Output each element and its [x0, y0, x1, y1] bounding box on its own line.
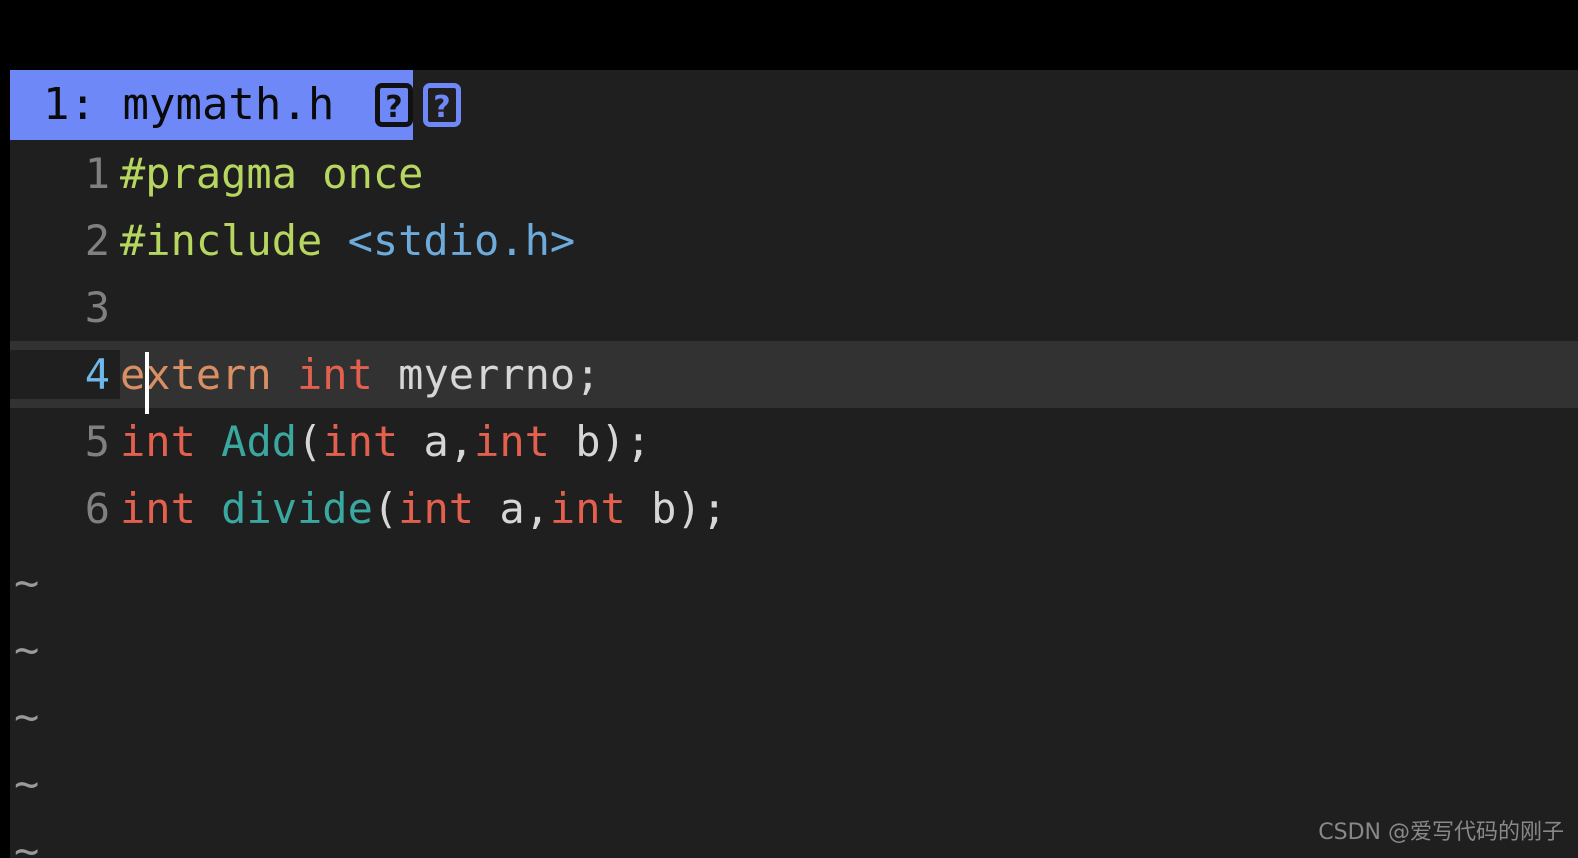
code-token: divide	[221, 484, 373, 533]
empty-line-markers: ~ ~ ~ ~ ~	[10, 549, 90, 858]
code-token: int	[398, 484, 500, 533]
code-line[interactable]: 6 int divide(int a,int b);	[10, 475, 1578, 542]
code-line-text: #include <stdio.h>	[120, 216, 1578, 265]
watermark: CSDN @爱写代码的刚子	[1318, 820, 1564, 845]
tilde-marker: ~	[14, 692, 40, 741]
code-token: int	[297, 350, 399, 399]
code-line[interactable]: 4 extern int myerrno;	[10, 341, 1578, 414]
line-number: 1	[84, 149, 110, 198]
unrenderable-glyph-box-icon-2: ?	[422, 83, 461, 127]
code-token: myerrno;	[398, 350, 601, 399]
code-token: int	[474, 417, 576, 466]
line-number: 5	[84, 417, 110, 466]
code-token: Add	[221, 417, 298, 466]
code-token: int	[120, 417, 222, 466]
code-line-text: int divide(int a,int b);	[120, 484, 1578, 533]
tilde-marker: ~	[14, 558, 40, 607]
code-line-text: int Add(int a,int b);	[120, 417, 1578, 466]
tilde-marker: ~	[14, 625, 40, 674]
text-cursor	[145, 352, 149, 414]
terminal-screen: 1: mymath.h ? ? 1 #pragma once 2 #include <…	[0, 0, 1578, 858]
code-line[interactable]: 5 int Add(int a,int b);	[10, 408, 1578, 475]
code-area[interactable]: 1 #pragma once 2 #include <stdio.h> 3 4 extern…	[10, 140, 1578, 542]
code-token: #include	[120, 216, 348, 265]
code-token: (	[297, 417, 323, 466]
unrenderable-glyph-box-icon: ?	[374, 83, 413, 127]
tab-mymath-h[interactable]: 1: mymath.h ?	[10, 70, 413, 140]
left-black-strip	[0, 0, 10, 858]
code-token: b);	[575, 417, 652, 466]
code-line[interactable]: 1 #pragma once	[10, 140, 1578, 207]
code-token: a,	[423, 417, 475, 466]
line-number: 6	[84, 484, 110, 533]
line-number: 2	[84, 216, 110, 265]
code-token: <stdio.h>	[347, 216, 576, 265]
code-token: int	[120, 484, 222, 533]
code-token: #pragma once	[120, 149, 424, 198]
tilde-marker: ~	[14, 826, 40, 858]
line-number: 3	[84, 283, 110, 332]
code-token: int	[322, 417, 424, 466]
line-number: 4	[10, 350, 120, 399]
code-line-text: extern int myerrno;	[120, 350, 1578, 414]
tab-label: 1: mymath.h	[43, 79, 361, 130]
tilde-marker: ~	[14, 759, 40, 808]
code-token: (	[372, 484, 399, 533]
tabline: 1: mymath.h ? ?	[10, 70, 1578, 140]
code-token: b);	[651, 484, 727, 533]
code-token: int	[549, 484, 652, 533]
code-line-text: #pragma once	[120, 149, 1578, 198]
code-line[interactable]: 3	[10, 274, 1578, 341]
code-token: a,	[499, 484, 550, 533]
code-line[interactable]: 2 #include <stdio.h>	[10, 207, 1578, 274]
